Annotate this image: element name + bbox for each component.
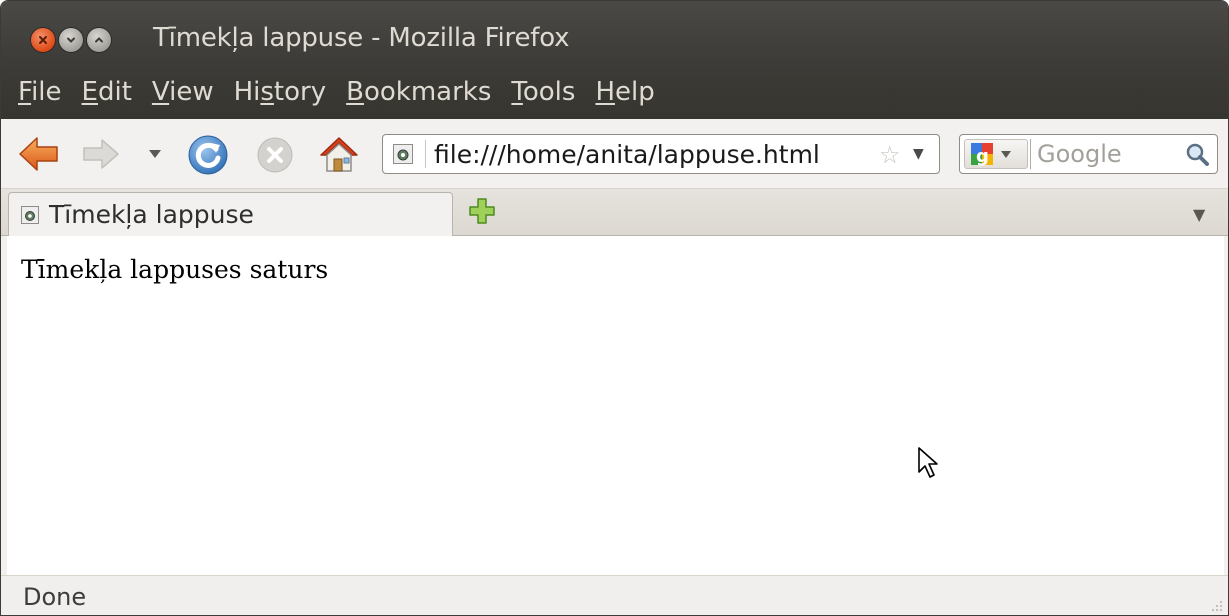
reload-button[interactable] [187,134,229,176]
history-dropdown-button[interactable] [145,145,165,163]
list-all-tabs-button[interactable]: ▼ [1193,205,1205,224]
content-text: Tīmekļa lappuses saturs [21,255,329,284]
mouse-pointer-icon [918,447,938,478]
title-bar[interactable]: Tīmekļa lappuse - Mozilla Firefox [1,1,1228,65]
navigation-toolbar: file:///home/anita/lappuse.html ☆ ▼ g [1,119,1228,189]
tab-timekla-lappuse[interactable]: Tīmekļa lappuse [8,192,453,237]
forward-button[interactable] [81,137,121,171]
url-separator [425,140,426,168]
menu-history[interactable]: History [234,79,327,105]
search-bar: g [959,134,1218,174]
browser-window: Tīmekļa lappuse - Mozilla Firefox File E… [0,0,1229,616]
minimize-icon [67,37,75,43]
stop-icon [257,137,293,173]
menu-help[interactable]: Help [595,79,654,105]
home-button[interactable] [317,133,361,175]
menu-edit[interactable]: Edit [82,79,132,105]
page-favicon-icon [393,144,413,164]
url-bar[interactable]: file:///home/anita/lappuse.html ☆ ▼ [382,134,940,174]
search-separator [1030,139,1031,169]
google-icon: g [971,143,1011,167]
url-dropdown-icon[interactable]: ▼ [913,146,924,162]
forward-arrow-icon [83,139,119,169]
tab-title: Tīmekļa lappuse [49,200,254,229]
maximize-icon [95,37,103,43]
page-content[interactable]: Tīmekļa lappuses saturs [7,236,1224,575]
status-bar: Done [1,575,1228,615]
new-tab-button[interactable] [467,196,497,226]
tab-strip: Tīmekļa lappuse ▼ [1,189,1228,237]
back-arrow-icon [19,137,58,171]
menu-bookmarks[interactable]: Bookmarks [346,79,491,105]
search-input[interactable] [1037,140,1177,168]
back-button[interactable] [17,135,61,173]
menu-tools[interactable]: Tools [511,79,575,105]
window-title: Tīmekļa lappuse - Mozilla Firefox [153,23,570,53]
url-text[interactable]: file:///home/anita/lappuse.html [434,140,820,169]
menu-file[interactable]: File [18,79,62,105]
search-icon[interactable] [1184,141,1210,167]
resize-grip-icon[interactable] [1210,599,1224,613]
minimize-window-button[interactable] [59,28,83,52]
chevron-down-icon [149,150,161,158]
bookmark-star-icon[interactable]: ☆ [879,141,901,169]
search-engine-button[interactable]: g [964,139,1028,169]
tab-favicon-icon [21,206,39,224]
status-text: Done [23,583,87,611]
menu-bar: File Edit View History Bookmarks Tools H… [1,65,1228,119]
close-icon [39,36,47,44]
svg-text:g: g [976,146,989,167]
stop-button[interactable] [255,135,295,175]
menu-view[interactable]: View [152,79,214,105]
close-window-button[interactable] [31,28,55,52]
reload-icon [188,135,228,175]
home-icon [320,137,358,172]
maximize-window-button[interactable] [87,28,111,52]
